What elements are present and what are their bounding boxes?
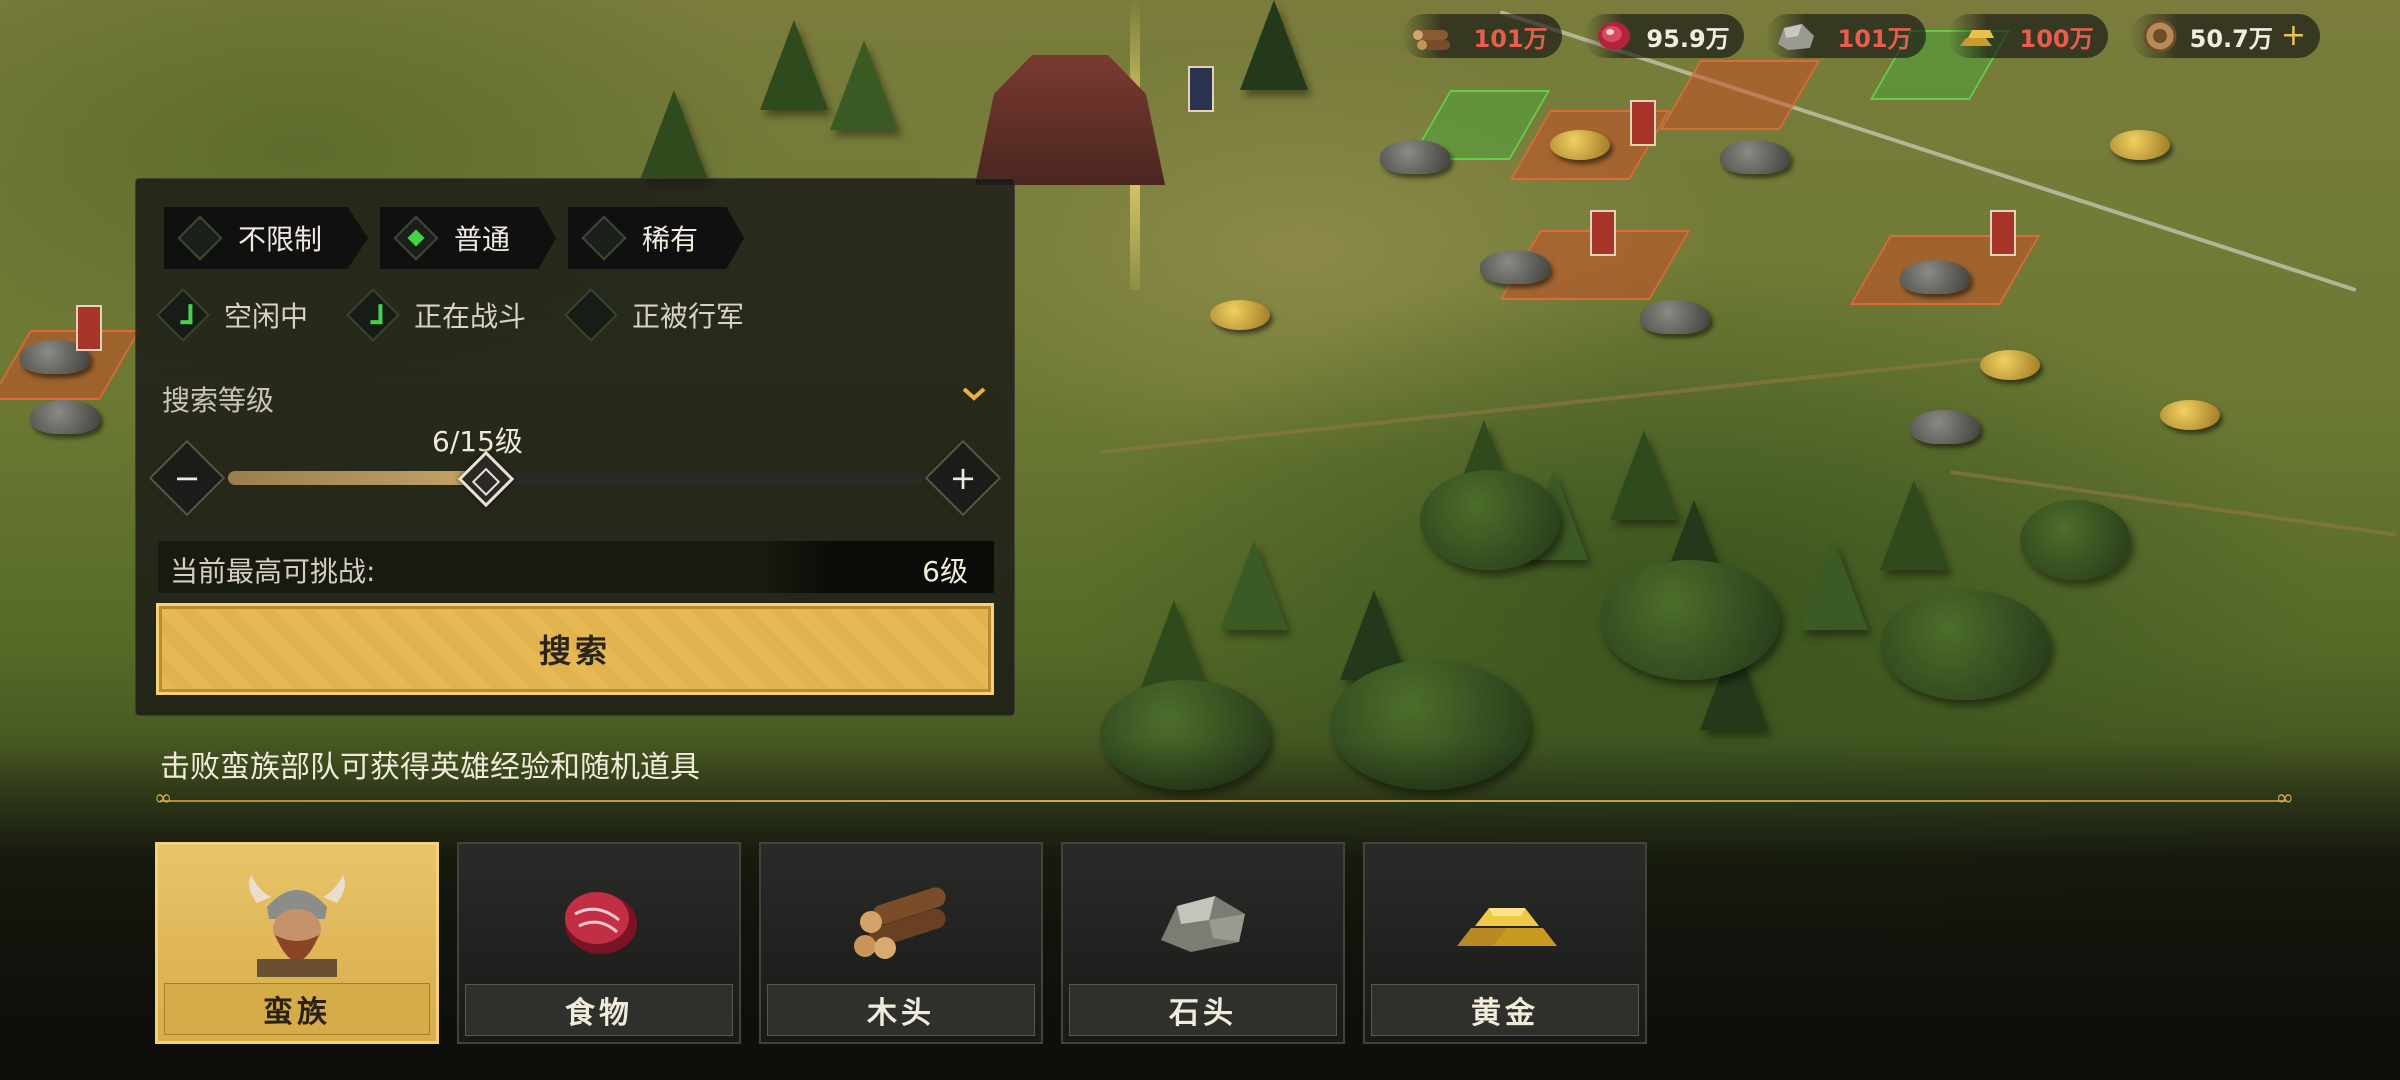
- wood-icon: [1412, 30, 1450, 50]
- level-increase-button[interactable]: +: [924, 439, 1002, 517]
- status-filter-row: 空闲中 正在战斗 正被行军: [156, 288, 745, 342]
- meat-icon: [1597, 22, 1630, 50]
- meat-icon: [565, 892, 637, 954]
- stone-icon: [1161, 896, 1245, 952]
- hint-text: 击败蛮族部队可获得英雄经验和随机道具: [160, 750, 700, 785]
- filter-rare[interactable]: 稀有: [568, 207, 745, 269]
- radio-diamond-icon: [581, 215, 627, 261]
- add-coin-button[interactable]: +: [2281, 21, 2306, 51]
- filter-unlimited[interactable]: 不限制: [164, 207, 369, 269]
- gold-bars-icon: [1457, 908, 1557, 946]
- category-label: 食物: [465, 984, 733, 1036]
- gold-amount: 100万: [2019, 24, 2094, 53]
- radio-diamond-selected-icon: [393, 215, 439, 261]
- search-panel: 不限制 普通 稀有 空闲中 正在战斗 正被行军 搜索等级 6/15级 − + 当…: [135, 178, 1015, 716]
- quality-filter-row: 不限制 普通 稀有: [164, 207, 745, 269]
- wood-amount: 101万: [1473, 24, 1548, 53]
- gold-bars-icon: [1959, 30, 1994, 46]
- resource-gold[interactable]: 100万: [1947, 14, 2108, 58]
- category-label: 黄金: [1371, 984, 1639, 1036]
- category-wood[interactable]: 木头: [759, 842, 1043, 1044]
- filter-label: 普通: [454, 223, 511, 256]
- level-slider-fill: [228, 471, 487, 485]
- max-challenge-value: 6级: [922, 555, 968, 588]
- category-barbarian[interactable]: 蛮族: [155, 842, 439, 1044]
- target-category-list: 蛮族 食物 木头 石头 黄金: [155, 842, 1647, 1044]
- checkmark-icon: [156, 288, 210, 342]
- barbarian-icon: [249, 875, 345, 977]
- resource-bar: 101万 95.9万 101万 100万 50.7万 +: [1401, 14, 2320, 58]
- status-idle-checkbox[interactable]: 空闲中: [156, 288, 309, 342]
- status-fighting-checkbox[interactable]: 正在战斗: [346, 288, 527, 342]
- level-decrease-button[interactable]: −: [148, 439, 226, 517]
- checkbox-empty-icon: [564, 288, 618, 342]
- max-challenge-label: 当前最高可挑战:: [170, 555, 376, 588]
- coin-amount: 50.7万: [2189, 24, 2273, 53]
- status-label: 正被行军: [632, 300, 745, 333]
- filter-common[interactable]: 普通: [380, 207, 557, 269]
- resource-food[interactable]: 95.9万: [1583, 14, 1744, 58]
- search-level-value: 6/15级: [432, 425, 523, 458]
- stone-amount: 101万: [1837, 24, 1912, 53]
- stone-icon: [1777, 24, 1814, 50]
- search-button-label: 搜索: [538, 632, 611, 670]
- category-food[interactable]: 食物: [457, 842, 741, 1044]
- logs-icon: [854, 887, 946, 959]
- plus-icon: +: [949, 459, 977, 497]
- category-label: 木头: [767, 984, 1035, 1036]
- filter-label: 稀有: [642, 223, 699, 256]
- checkmark-icon: [346, 288, 400, 342]
- divider: [154, 786, 2294, 811]
- level-slider-track[interactable]: [228, 471, 922, 485]
- max-challenge-row: 当前最高可挑战: 6级: [158, 541, 994, 593]
- filter-label: 不限制: [238, 223, 323, 256]
- coin-icon: [2143, 19, 2177, 53]
- resource-stone[interactable]: 101万: [1765, 14, 1926, 58]
- status-label: 空闲中: [224, 300, 309, 333]
- resource-wood[interactable]: 101万: [1401, 14, 1562, 58]
- minus-icon: −: [173, 459, 201, 497]
- resource-coin[interactable]: 50.7万 +: [2129, 14, 2320, 58]
- status-label: 正在战斗: [414, 300, 527, 333]
- category-label: 石头: [1069, 984, 1337, 1036]
- category-stone[interactable]: 石头: [1061, 842, 1345, 1044]
- status-marching-checkbox[interactable]: 正被行军: [564, 288, 745, 342]
- food-amount: 95.9万: [1646, 24, 1730, 53]
- chevron-down-icon[interactable]: [960, 383, 988, 403]
- category-label: 蛮族: [164, 983, 430, 1035]
- radio-diamond-icon: [177, 215, 223, 261]
- category-gold[interactable]: 黄金: [1363, 842, 1647, 1044]
- search-button[interactable]: 搜索: [156, 603, 994, 695]
- search-level-label: 搜索等级: [162, 384, 275, 417]
